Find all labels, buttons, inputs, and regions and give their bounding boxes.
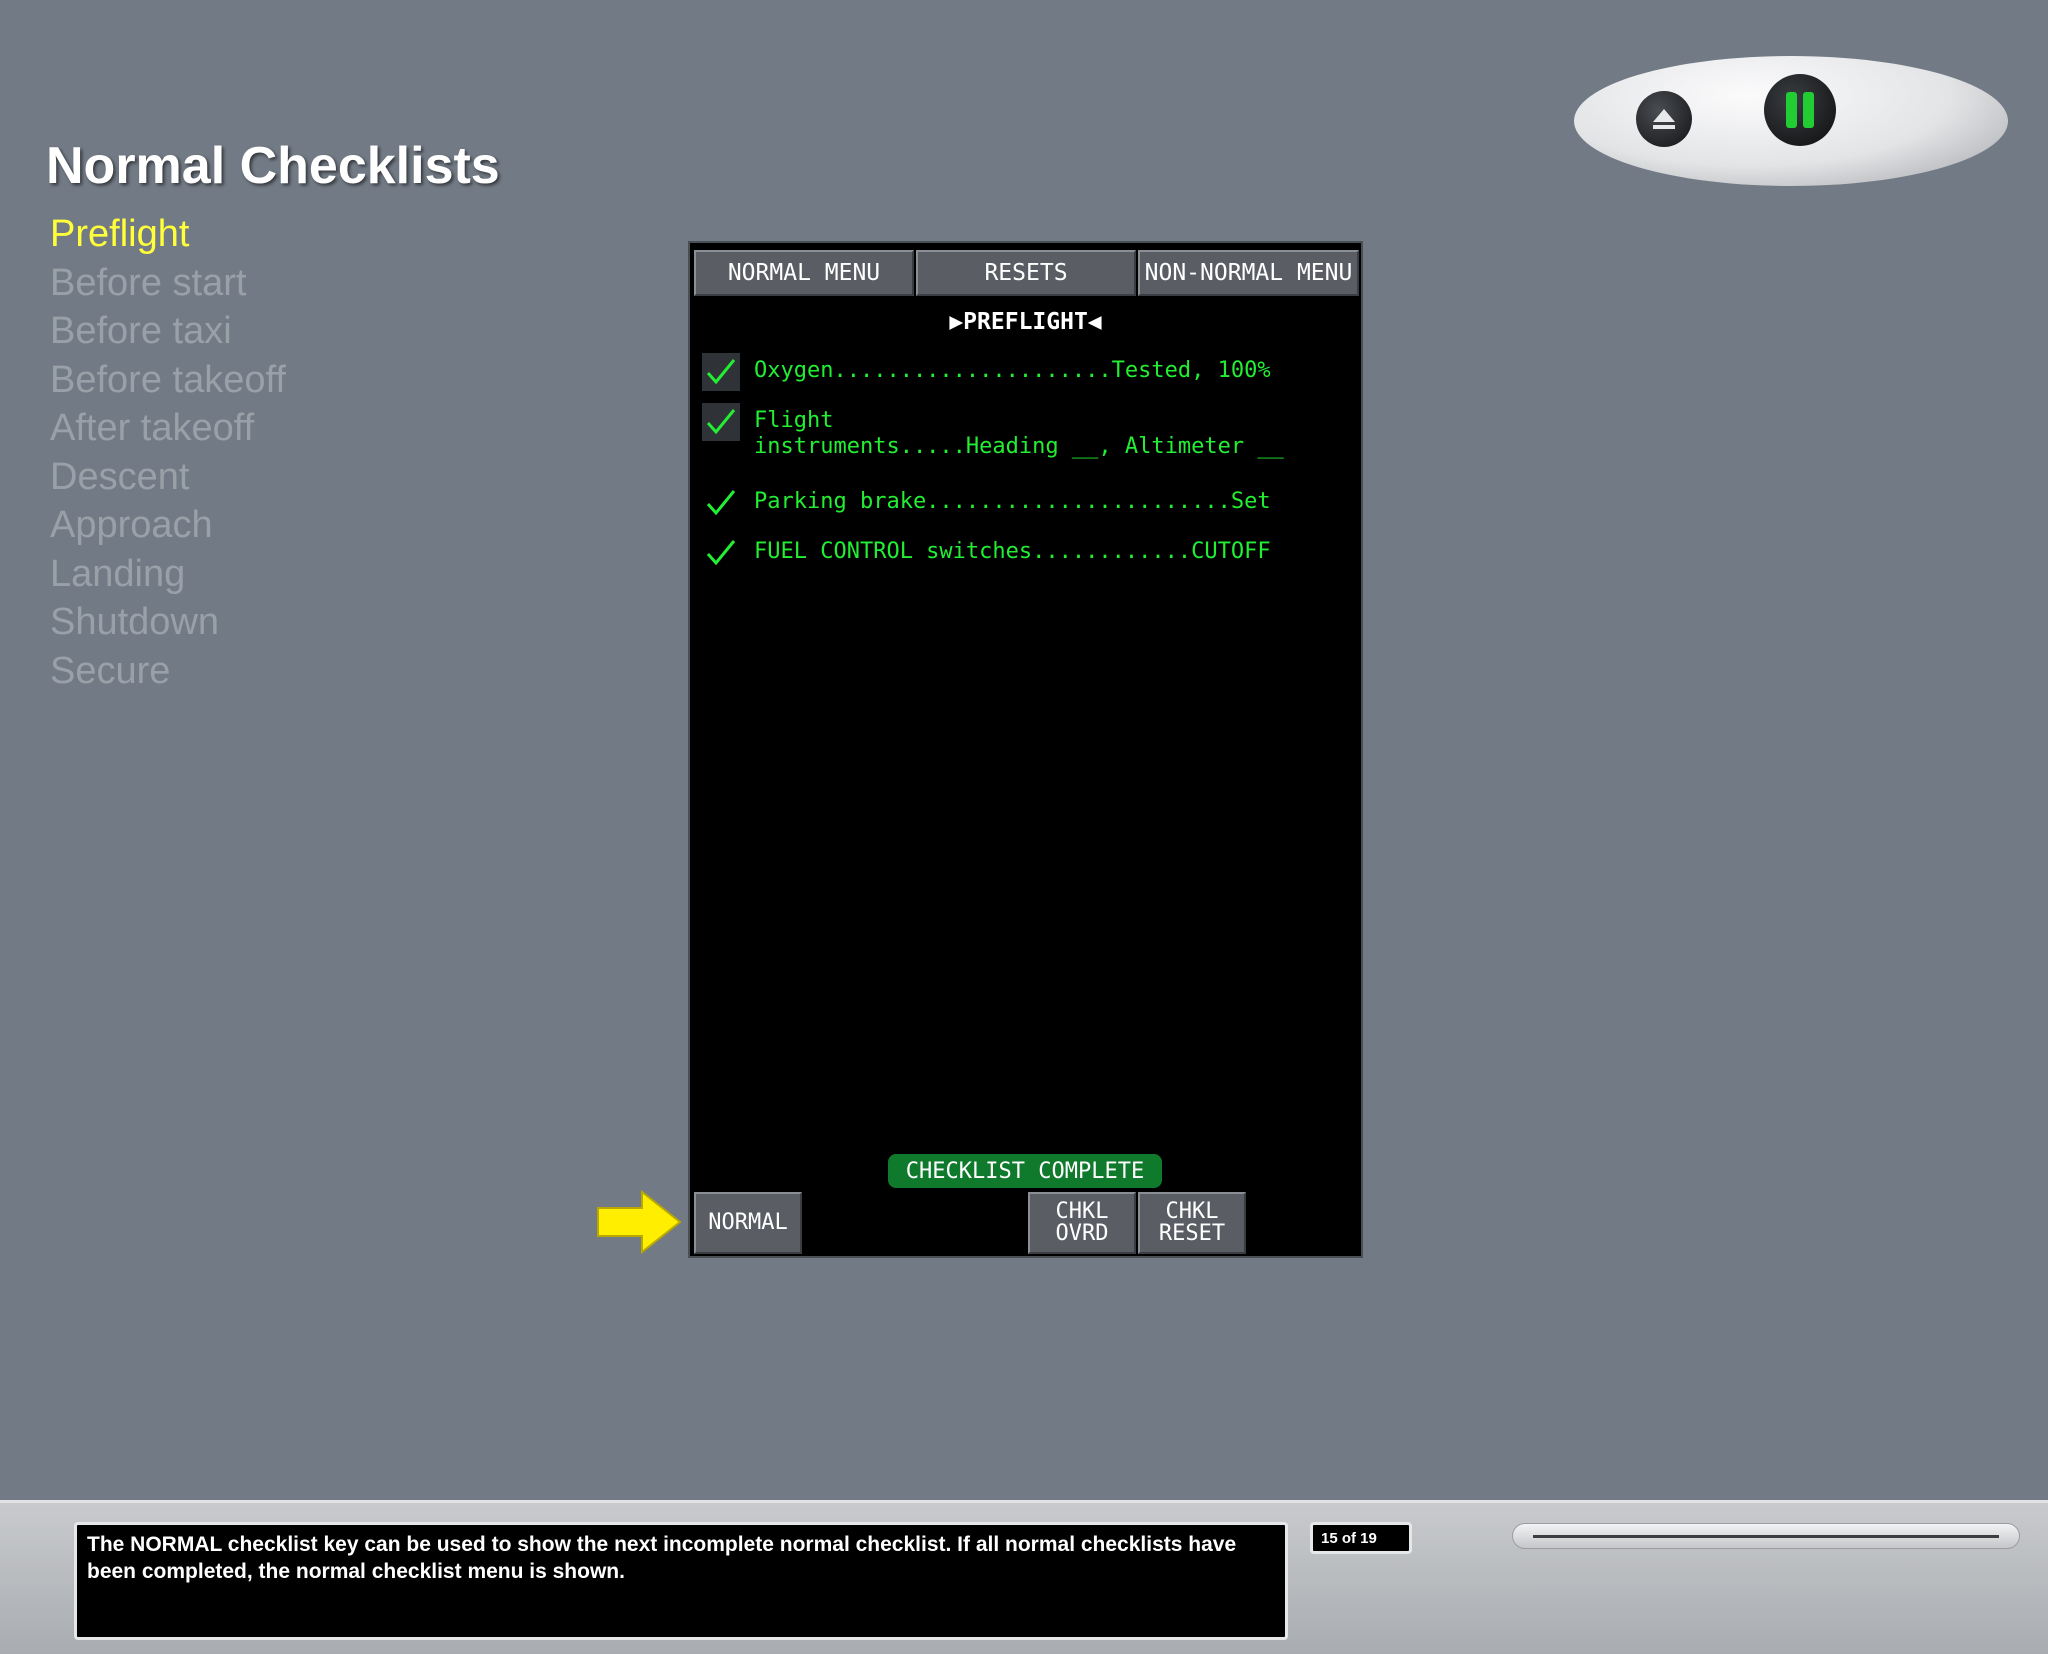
checklist-nav: Preflight Before start Before taxi Befor…	[50, 210, 286, 695]
checklist-item-text: Oxygen.....................Tested, 100%	[754, 358, 1271, 383]
check-icon	[706, 540, 736, 566]
chkl-reset-button[interactable]: CHKL RESET	[1138, 1192, 1246, 1254]
checklist-item: Parking brake.......................Set	[702, 484, 1349, 524]
chkl-ovrd-button[interactable]: CHKL OVRD	[1028, 1192, 1136, 1254]
eject-icon	[1653, 109, 1675, 129]
nav-item-descent[interactable]: Descent	[50, 453, 286, 502]
checklist-item-text: Parking brake.......................Set	[754, 489, 1271, 514]
checklist-item: Oxygen.....................Tested, 100%	[702, 353, 1349, 393]
checklist-item: FUEL CONTROL switches............CUTOFF	[702, 534, 1349, 574]
progress-slider[interactable]	[1512, 1523, 2020, 1549]
pause-icon	[1786, 92, 1814, 128]
checklist-item: Flight instruments.....Heading __, Altim…	[702, 403, 1349, 465]
page-counter: 15 of 19	[1310, 1522, 1412, 1554]
checklist-title: ▶PREFLIGHT◀	[949, 309, 1102, 335]
nav-item-shutdown[interactable]: Shutdown	[50, 598, 286, 647]
resets-button[interactable]: RESETS	[916, 250, 1136, 296]
checklist-item-text: FUEL CONTROL switches............CUTOFF	[754, 539, 1271, 564]
nav-item-before-takeoff[interactable]: Before takeoff	[50, 356, 286, 405]
caption-text: The NORMAL checklist key can be used to …	[74, 1522, 1288, 1640]
eject-button[interactable]	[1636, 91, 1692, 147]
nav-item-approach[interactable]: Approach	[50, 501, 286, 550]
nav-item-landing[interactable]: Landing	[50, 550, 286, 599]
check-icon	[706, 490, 736, 516]
nav-item-after-takeoff[interactable]: After takeoff	[50, 404, 286, 453]
check-icon	[706, 409, 736, 435]
non-normal-menu-button[interactable]: NON-NORMAL MENU	[1138, 250, 1359, 296]
normal-button[interactable]: NORMAL	[694, 1192, 802, 1254]
nav-item-before-start[interactable]: Before start	[50, 259, 286, 308]
checklist-checkbox[interactable]	[702, 353, 740, 391]
checklist-checkbox[interactable]	[702, 403, 740, 441]
check-icon	[706, 359, 736, 385]
nav-item-secure[interactable]: Secure	[50, 647, 286, 696]
pause-button[interactable]	[1764, 74, 1836, 146]
checklist-complete-indicator: CHECKLIST COMPLETE	[888, 1154, 1162, 1188]
progress-line	[1533, 1535, 1999, 1538]
player-bar: The NORMAL checklist key can be used to …	[0, 1500, 2048, 1654]
checklist-checkbox[interactable]	[702, 484, 740, 522]
checklist-item-text: Flight instruments.....Heading __, Altim…	[754, 408, 1284, 459]
checklist-display: NORMAL MENU RESETS NON-NORMAL MENU ▶PREF…	[688, 241, 1363, 1258]
arrow-right-icon	[597, 1189, 682, 1255]
checklist-checkbox[interactable]	[702, 534, 740, 572]
nav-item-before-taxi[interactable]: Before taxi	[50, 307, 286, 356]
nav-item-preflight[interactable]: Preflight	[50, 210, 286, 259]
normal-menu-button[interactable]: NORMAL MENU	[694, 250, 914, 296]
page-title: Normal Checklists	[46, 137, 500, 195]
